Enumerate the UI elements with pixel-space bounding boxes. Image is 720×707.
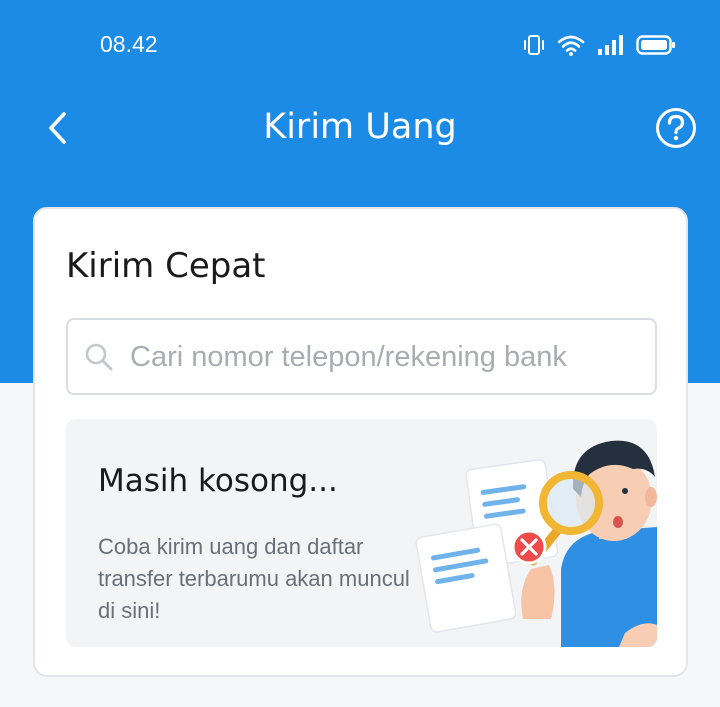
empty-search-illustration — [415, 440, 657, 647]
card-title: Kirim Cepat — [66, 246, 266, 286]
page-title: Kirim Uang — [263, 107, 457, 147]
status-bar: 08.42 — [0, 0, 720, 90]
quick-send-card: Kirim Cepat Masih kosong... Coba kirim u… — [33, 207, 688, 677]
empty-state-title: Masih kosong... — [98, 463, 338, 499]
vibrate-icon — [524, 35, 544, 55]
help-circle-icon — [656, 108, 696, 148]
status-icons — [522, 32, 676, 58]
search-box[interactable] — [66, 318, 657, 395]
nav-bar: Kirim Uang — [0, 90, 720, 170]
search-icon — [85, 343, 113, 371]
empty-state-panel: Masih kosong... Coba kirim uang dan daft… — [66, 419, 657, 647]
signal-icon — [598, 35, 623, 55]
wifi-icon — [557, 35, 585, 56]
help-button[interactable] — [654, 106, 698, 150]
empty-state-description: Coba kirim uang dan daftar transfer terb… — [98, 534, 410, 623]
search-input[interactable] — [130, 328, 645, 386]
status-time: 08.42 — [100, 31, 158, 57]
battery-icon — [636, 35, 675, 55]
